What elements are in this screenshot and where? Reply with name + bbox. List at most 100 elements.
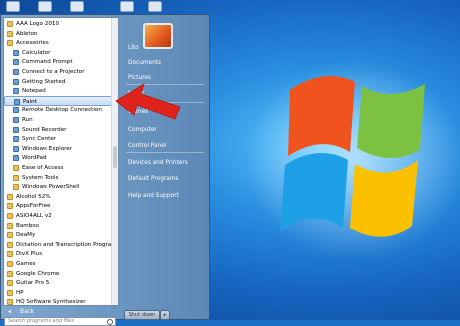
program-item[interactable]: Sound Recorder [4,125,112,135]
shutdown-button[interactable]: Shut down [124,310,160,320]
start-menu: AAA Logo 2010 Ableton Accessories Calculato… [0,14,210,326]
program-item[interactable]: Run [4,115,112,125]
program-folder[interactable]: Alcohol 52% [4,192,112,202]
program-item[interactable]: Connect to a Projector [4,67,112,77]
program-folder[interactable]: Windows PowerShell [4,182,112,192]
program-item[interactable]: Command Prompt [4,57,112,67]
program-item[interactable]: Remote Desktop Connection [4,105,112,115]
desktop-shortcut-icon[interactable] [148,1,162,12]
program-label: AAA Logo 2010 [16,21,59,27]
app-icon [13,145,19,152]
start-link-games[interactable]: Games [128,109,148,115]
folder-icon [7,299,13,305]
start-link-lito[interactable]: Lito [128,45,139,51]
folder-icon [7,241,13,248]
folder-icon [7,261,13,267]
app-icon [13,49,19,56]
desktop-top-icons [0,0,460,14]
program-item[interactable]: Windows Explorer [4,144,112,154]
program-folder[interactable]: Games [4,259,112,269]
desktop-shortcut-icon[interactable] [6,1,20,12]
program-item[interactable]: Getting Started [4,77,112,87]
menu-separator [126,84,204,85]
program-label: DivX Plus [16,251,43,258]
program-item[interactable]: Paint [4,95,112,106]
start-link-computer[interactable]: Computer [128,127,157,133]
program-label: Sound Recorder [22,126,67,133]
program-folder[interactable]: Ease of Access [4,163,112,173]
start-link-music[interactable]: Music [128,91,145,97]
back-button[interactable]: ◂ Back [3,307,119,317]
folder-icon [7,203,13,210]
program-item[interactable]: Calculator [4,48,112,58]
start-link-default-programs[interactable]: Default Programs [128,176,179,182]
desktop-shortcut-icon[interactable] [38,1,52,12]
program-folder[interactable]: Bamboo [4,221,112,231]
program-label: Alcohol 52% [16,193,51,200]
scrollbar[interactable] [111,18,118,305]
start-link-control-panel[interactable]: Control Panel [128,143,166,149]
start-link-pictures[interactable]: Pictures [128,75,151,81]
all-programs-list: AAA Logo 2010 Ableton Accessories Calculato… [3,17,119,306]
folder-icon [7,280,13,287]
program-label: Ease of Access [22,165,64,171]
start-link-documents[interactable]: Documents [128,60,161,66]
program-label: Games [16,261,36,267]
app-icon [13,155,19,162]
program-folder[interactable]: HQ Software Synthesizer [4,297,112,306]
program-folder[interactable]: Google Chrome [4,269,112,279]
app-icon [13,78,19,85]
search-placeholder: Search programs and files [8,318,74,324]
program-label: Windows PowerShell [22,184,80,191]
program-folder[interactable]: HP [4,288,112,298]
program-label: Guitar Pro 5 [16,280,50,287]
program-folder[interactable]: Dictation and Transcription Programs [4,240,118,250]
back-arrow-icon: ◂ [8,309,11,315]
desktop-shortcut-icon[interactable] [70,1,84,12]
folder-icon [7,30,13,37]
program-label: ASIO4ALL v2 [16,213,52,219]
app-icon [13,117,19,123]
app-icon [13,107,19,114]
app-icon [13,88,19,95]
shutdown-options-button[interactable]: ▸ [160,310,170,320]
start-link-help-and-support[interactable]: Help and Support [128,193,179,199]
program-item[interactable]: Notepad [4,86,112,96]
folder-icon [7,193,13,200]
folder-icon [7,251,13,258]
program-label: HP [16,289,24,296]
folder-icon [7,40,13,47]
program-label: Connect to a Projector [22,69,85,75]
program-label: Sync Center [22,136,57,143]
program-folder[interactable]: DeaMy [4,230,112,240]
scrollbar-thumb[interactable] [113,146,117,168]
program-label: AppsForFree [16,203,51,210]
folder-icon [7,289,13,296]
program-folder[interactable]: ASIO4ALL v2 [4,211,112,221]
app-icon [13,69,19,75]
program-folder[interactable]: AppsForFree [4,201,112,211]
program-item[interactable]: WordPad [4,153,112,163]
program-folder[interactable]: DivX Plus [4,249,112,259]
program-folder[interactable]: System Tools [4,173,112,183]
start-link-devices-and-printers[interactable]: Devices and Printers [128,160,188,166]
folder-icon [7,213,13,219]
program-label: Notepad [22,88,46,95]
program-folder[interactable]: Accessories [4,38,112,48]
search-input[interactable]: Search programs and files [4,317,116,326]
program-label: HQ Software Synthesizer [16,299,86,306]
desktop-shortcut-icon[interactable] [120,1,134,12]
program-label: Calculator [22,49,51,56]
program-folder[interactable]: Guitar Pro 5 [4,278,112,288]
program-item[interactable]: Sync Center [4,134,112,144]
program-folder[interactable]: Ableton [4,29,112,39]
folder-icon [7,270,13,277]
folder-icon [7,232,13,239]
user-avatar[interactable] [143,23,173,49]
program-label: System Tools [22,174,59,181]
program-folder[interactable]: AAA Logo 2010 [4,19,112,29]
folder-icon [13,165,19,171]
program-label: WordPad [22,155,47,162]
folder-icon [7,21,13,27]
program-label: Remote Desktop Connection [22,107,102,114]
